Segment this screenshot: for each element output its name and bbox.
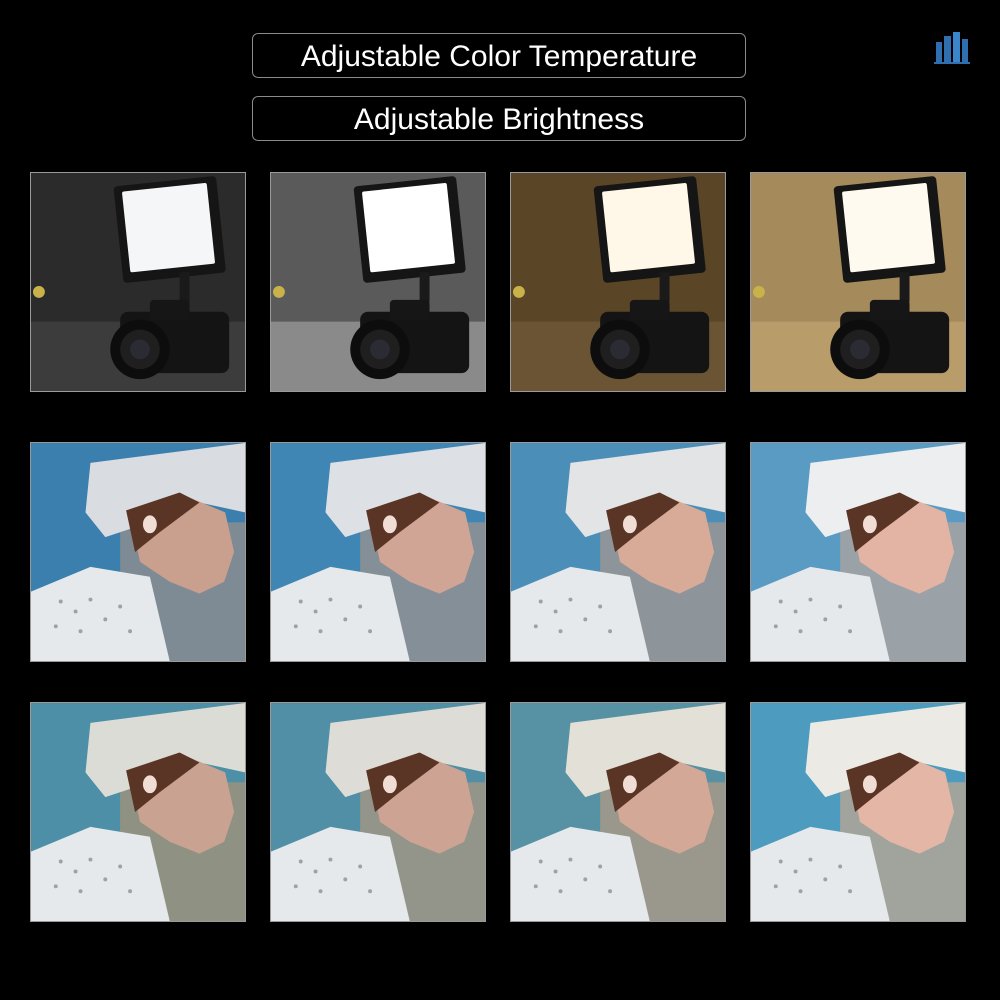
color-temperature-label: Adjustable Color Temperature (252, 33, 746, 78)
portrait-photo (30, 442, 246, 662)
building-logo-icon (934, 32, 970, 64)
portrait-photo (270, 702, 486, 922)
brightness-label: Adjustable Brightness (252, 96, 746, 141)
portrait-photo (750, 442, 966, 662)
brand-logo (932, 30, 972, 66)
led-light-photo (750, 172, 966, 392)
comparison-grid (30, 172, 966, 922)
portrait-photo (750, 702, 966, 922)
led-light-photo (30, 172, 246, 392)
portrait-photo (510, 442, 726, 662)
portrait-photo (270, 442, 486, 662)
portrait-photo (510, 702, 726, 922)
portrait-photo (30, 702, 246, 922)
led-light-photo (510, 172, 726, 392)
led-light-photo (270, 172, 486, 392)
